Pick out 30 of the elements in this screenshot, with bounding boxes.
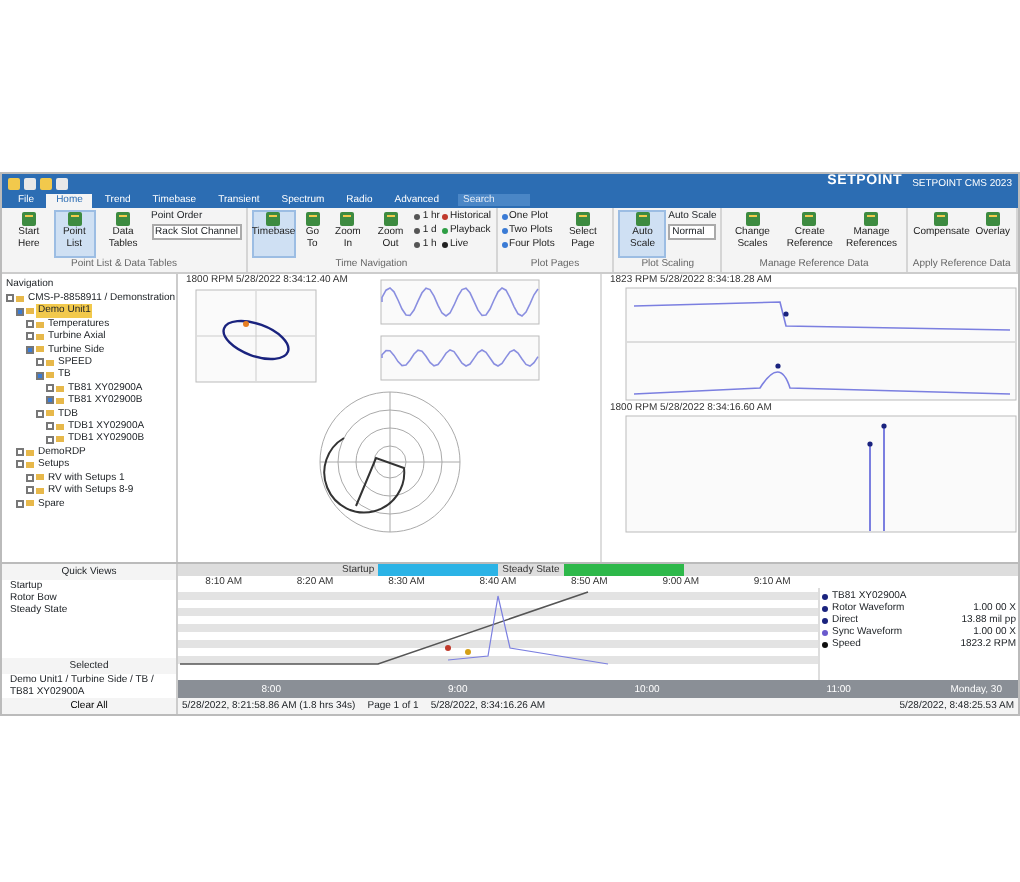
checkbox[interactable] bbox=[16, 448, 24, 457]
data-point bbox=[243, 321, 249, 327]
data-point bbox=[465, 649, 471, 655]
checkbox[interactable] bbox=[26, 320, 34, 329]
polar-grid bbox=[318, 391, 460, 533]
data-point bbox=[775, 363, 781, 369]
data-point bbox=[881, 423, 887, 429]
data-point bbox=[445, 645, 451, 651]
checkbox[interactable] bbox=[26, 332, 34, 341]
checkbox[interactable] bbox=[46, 384, 54, 393]
checkbox[interactable] bbox=[36, 358, 44, 367]
checkbox[interactable] bbox=[36, 409, 44, 418]
checkbox[interactable] bbox=[46, 396, 54, 405]
checkbox[interactable] bbox=[26, 486, 34, 495]
checkbox[interactable] bbox=[46, 422, 54, 431]
checkbox[interactable] bbox=[46, 435, 54, 444]
checkbox[interactable] bbox=[16, 307, 24, 316]
checkbox[interactable] bbox=[26, 473, 34, 482]
data-point bbox=[783, 311, 789, 317]
checkbox[interactable] bbox=[26, 345, 34, 354]
data-point bbox=[867, 441, 873, 447]
polar-trace bbox=[322, 437, 405, 514]
spectrum-line bbox=[883, 427, 885, 532]
checkbox[interactable] bbox=[16, 499, 24, 508]
checkbox[interactable] bbox=[36, 371, 44, 380]
plot-frame bbox=[195, 289, 317, 383]
spectrum-line bbox=[869, 445, 871, 532]
checkbox[interactable] bbox=[6, 294, 14, 303]
checkbox[interactable] bbox=[16, 460, 24, 469]
orbit-trace bbox=[222, 319, 290, 361]
